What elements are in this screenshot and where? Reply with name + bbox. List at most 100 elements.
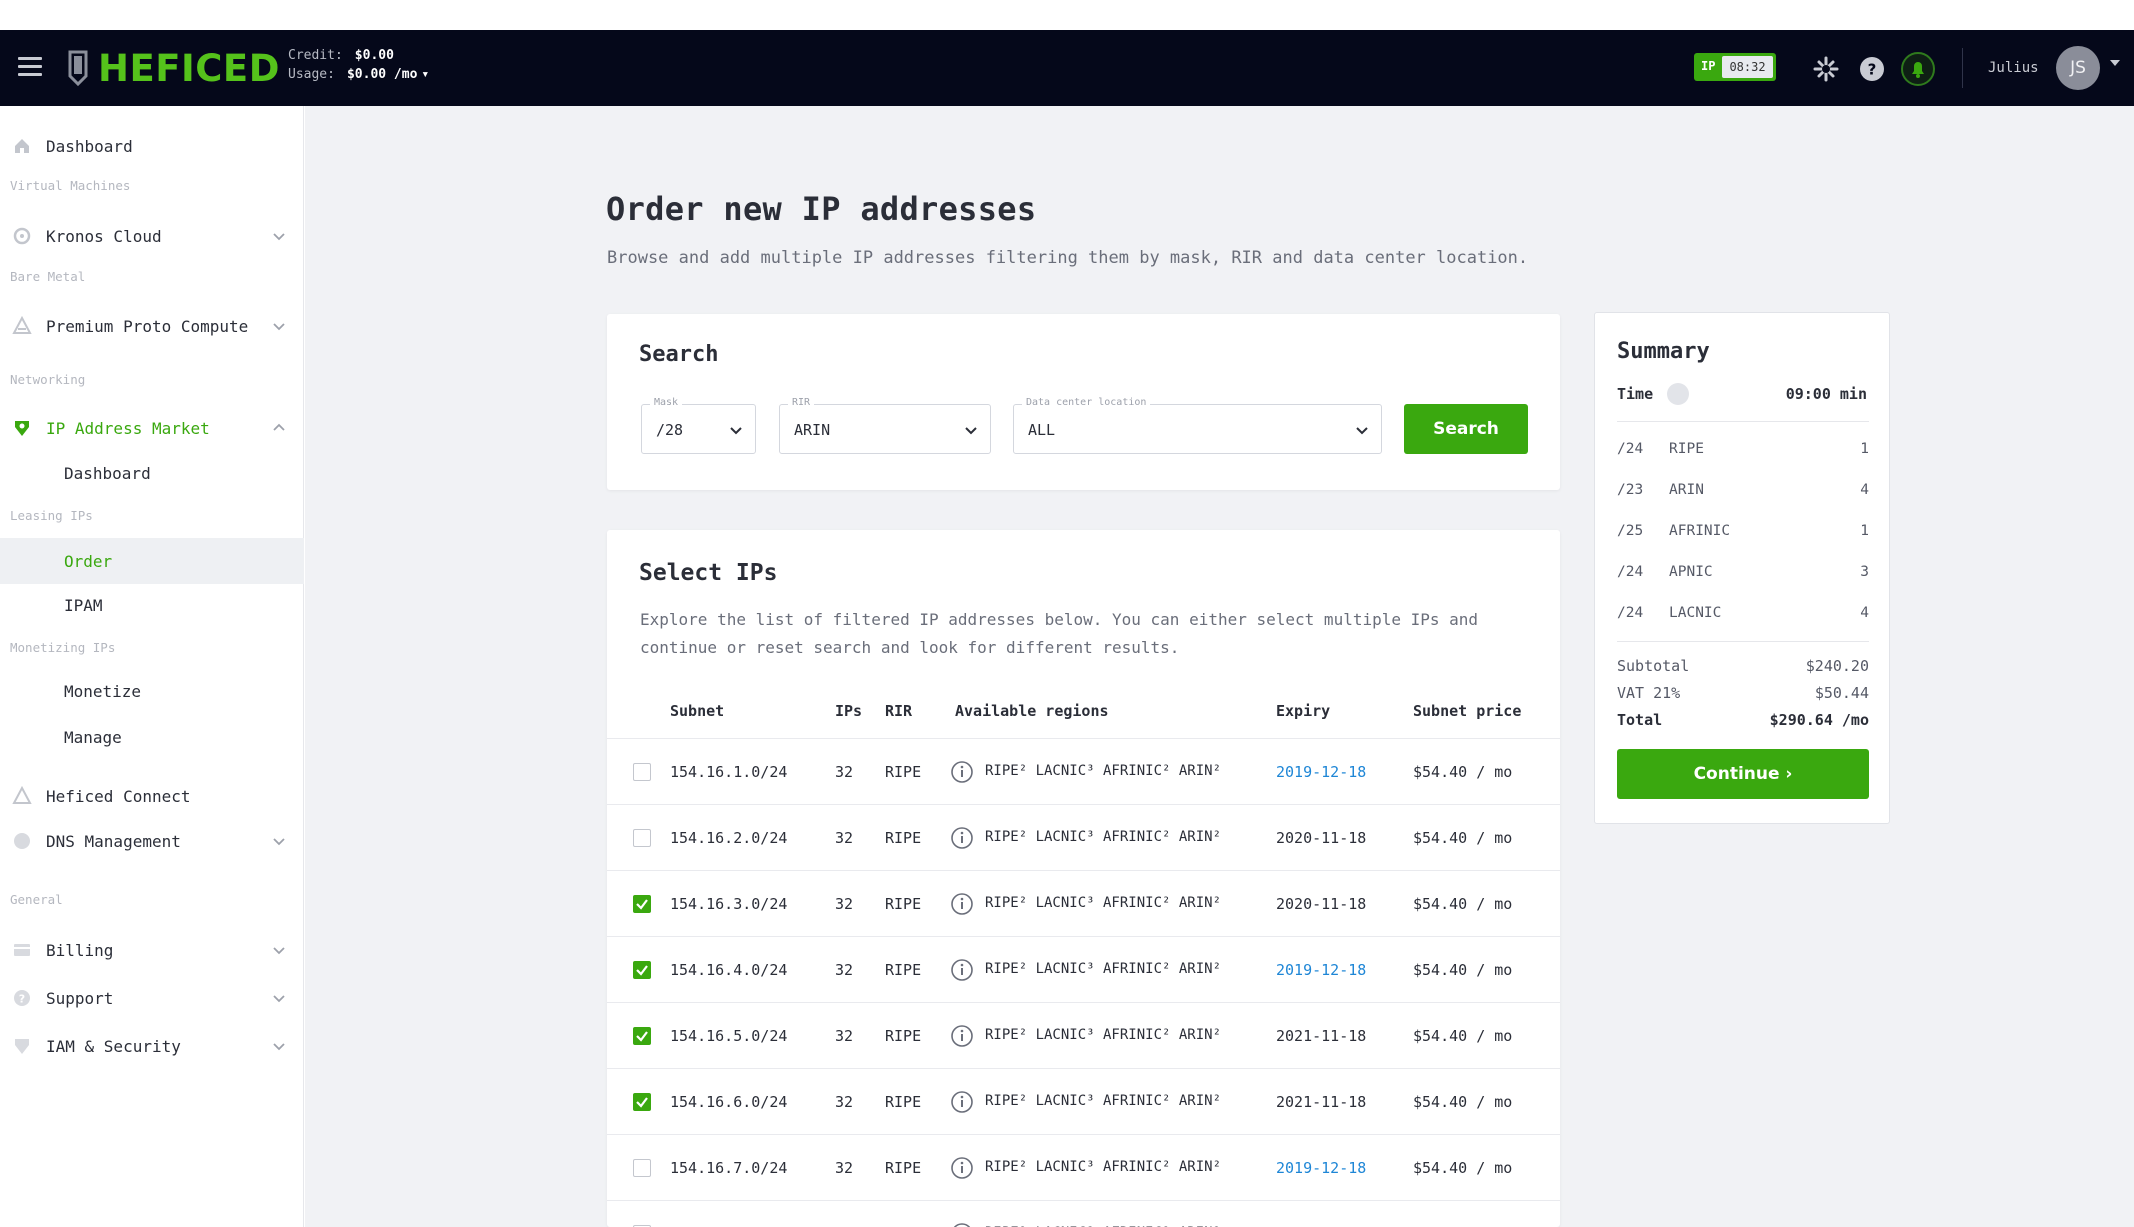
summary-count: 1 — [1860, 523, 1869, 539]
summary-mask: /24 — [1617, 564, 1644, 580]
subtotal-value: $240.20 — [1805, 657, 1869, 675]
row-checkbox[interactable] — [633, 829, 651, 847]
row-checkbox[interactable] — [633, 1093, 651, 1111]
sidebar-item-ipam[interactable]: IPAM — [0, 585, 304, 625]
row-checkbox[interactable] — [633, 1159, 651, 1177]
credit-usage[interactable]: Credit: $0.00 Usage: $0.00 /mo ▾ — [288, 46, 429, 84]
divider — [1962, 48, 1963, 88]
sidebar-item-ip-dashboard[interactable]: Dashboard — [0, 453, 304, 493]
section-label: General — [10, 892, 63, 907]
datacenter-select[interactable]: Data center location ALL — [1013, 397, 1382, 454]
table-row[interactable]: 154.16.7.0/24 32 RIPE RIPE² LACNIC³ AFRINIC… — [607, 1134, 1560, 1200]
datacenter-value: ALL — [1028, 421, 1056, 439]
row-checkbox[interactable] — [633, 763, 651, 781]
sidebar-item-billing[interactable]: Billing — [0, 930, 304, 970]
row-checkbox[interactable] — [633, 895, 651, 913]
cell-price: $54.40 / mo — [1413, 829, 1513, 847]
row-checkbox[interactable] — [633, 1027, 651, 1045]
sidebar-item-manage[interactable]: Manage — [0, 717, 304, 757]
cell-expiry: 2019-12-18 — [1276, 763, 1367, 781]
section-label: Monetizing IPs — [10, 640, 116, 655]
datacenter-label: Data center location — [1022, 397, 1151, 408]
sidebar-item-iam-security[interactable]: IAM & Security — [0, 1026, 304, 1066]
table-row[interactable]: 154.16.3.0/24 32 RIPE RIPE² LACNIC³ AFRINIC… — [607, 870, 1560, 936]
cell-price: $54.40 / mo — [1413, 1027, 1513, 1045]
check-icon — [636, 899, 648, 910]
cell-ips: 32 — [835, 961, 854, 979]
cell-regions: RIPE² LACNIC³ AFRINIC² ARIN² — [985, 1027, 1222, 1043]
column-header-price[interactable]: Subnet price — [1413, 702, 1521, 720]
sidebar-item-monetize[interactable]: Monetize — [0, 671, 304, 711]
summary-rir: LACNIC — [1669, 605, 1722, 621]
divider — [1617, 421, 1869, 422]
heficed-logo[interactable]: HEFICED — [66, 42, 280, 94]
cell-subnet: 154.16.5.0/24 — [670, 1027, 788, 1045]
column-header-ips[interactable]: IPs — [835, 702, 862, 720]
info-icon[interactable] — [950, 958, 974, 982]
continue-button[interactable]: Continue › — [1617, 749, 1869, 799]
time-label: Time — [1617, 385, 1654, 403]
sidebar-item-premium-proto-compute[interactable]: Premium Proto Compute — [0, 306, 304, 346]
settings-icon[interactable] — [1812, 55, 1840, 83]
chevron-down-icon[interactable] — [2110, 60, 2120, 66]
table-row[interactable]: 154.16.1.0/24 32 RIPE RIPE² LACNIC³ AFRINIC… — [607, 738, 1560, 804]
cell-subnet: 154.16.4.0/24 — [670, 961, 788, 979]
table-row[interactable]: 154.16.6.0/24 32 RIPE RIPE² LACNIC³ AFRINIC… — [607, 1068, 1560, 1134]
summary-rir: RIPE — [1669, 441, 1704, 457]
sidebar-item-kronos-cloud[interactable]: Kronos Cloud — [0, 216, 304, 256]
search-button[interactable]: Search — [1404, 404, 1528, 454]
cell-rir: RIPE — [885, 1027, 922, 1045]
table-row[interactable]: 154.16.8.0/2432RIPERIPE² LACNIC³ AFRINIC… — [607, 1200, 1560, 1227]
cell-regions: RIPE² LACNIC³ AFRINIC² ARIN² — [985, 961, 1222, 977]
column-header-regions[interactable]: Available regions — [955, 702, 1109, 720]
sidebar-item-heficed-connect[interactable]: Heficed Connect — [0, 776, 304, 816]
avatar[interactable]: JS — [2056, 46, 2100, 90]
info-icon[interactable] — [950, 826, 974, 850]
row-checkbox[interactable] — [633, 961, 651, 979]
sidebar-item-ip-address-market[interactable]: IP Address Market — [0, 408, 304, 448]
sidebar-item-label: Monetize — [64, 681, 142, 701]
summary-mask: /23 — [1617, 482, 1644, 498]
sidebar-item-label: Dashboard — [46, 136, 133, 156]
rir-value: ARIN — [794, 421, 831, 439]
rir-select[interactable]: RIR ARIN — [779, 397, 991, 454]
column-header-expiry[interactable]: Expiry — [1276, 702, 1330, 720]
info-icon[interactable] — [950, 760, 974, 784]
mask-select[interactable]: Mask /28 — [641, 397, 756, 454]
info-icon[interactable] — [950, 1024, 974, 1048]
cell-ips: 32 — [835, 895, 854, 913]
chevron-down-icon — [273, 947, 285, 955]
cell-subnet: 154.16.2.0/24 — [670, 829, 788, 847]
menu-icon[interactable] — [18, 57, 42, 77]
cell-expiry: 2020-11-18 — [1276, 829, 1367, 847]
info-icon[interactable] — [950, 892, 974, 916]
select-ips-description: Explore the list of filtered IP addresse… — [640, 610, 1479, 657]
select-ips-title: Select IPs — [639, 560, 778, 586]
info-icon[interactable] — [950, 1156, 974, 1180]
sidebar-item-dns-management[interactable]: DNS Management — [0, 821, 304, 861]
info-icon[interactable] — [950, 1222, 974, 1227]
section-label: Networking — [10, 372, 86, 387]
chevron-down-icon — [965, 427, 977, 435]
info-icon[interactable] — [950, 1090, 974, 1114]
total-value: $290.64 /mo — [1769, 711, 1869, 729]
sidebar-item-label: IPAM — [64, 595, 103, 615]
bell-icon[interactable] — [1900, 51, 1936, 87]
sidebar-item-dashboard[interactable]: Dashboard — [0, 126, 304, 166]
help-icon[interactable]: ? — [1858, 55, 1886, 83]
cell-subnet: 154.16.1.0/24 — [670, 763, 788, 781]
chevron-down-icon — [730, 427, 742, 435]
sidebar-item-order[interactable]: Order — [0, 538, 304, 584]
globe-icon — [14, 833, 30, 849]
column-header-rir[interactable]: RIR — [885, 702, 912, 720]
billing-icon — [14, 944, 30, 956]
sidebar-item-support[interactable]: ? Support — [0, 978, 304, 1018]
logo-text: HEFICED — [98, 46, 280, 90]
table-row[interactable]: 154.16.4.0/24 32 RIPE RIPE² LACNIC³ AFRINIC… — [607, 936, 1560, 1002]
info-icon[interactable] — [1667, 383, 1689, 405]
user-name[interactable]: Julius — [1988, 60, 2039, 76]
chevron-down-icon: ▾ — [421, 67, 430, 82]
table-row[interactable]: 154.16.2.0/24 32 RIPE RIPE² LACNIC³ AFRINIC… — [607, 804, 1560, 870]
table-row[interactable]: 154.16.5.0/24 32 RIPE RIPE² LACNIC³ AFRINIC… — [607, 1002, 1560, 1068]
column-header-subnet[interactable]: Subnet — [670, 702, 724, 720]
